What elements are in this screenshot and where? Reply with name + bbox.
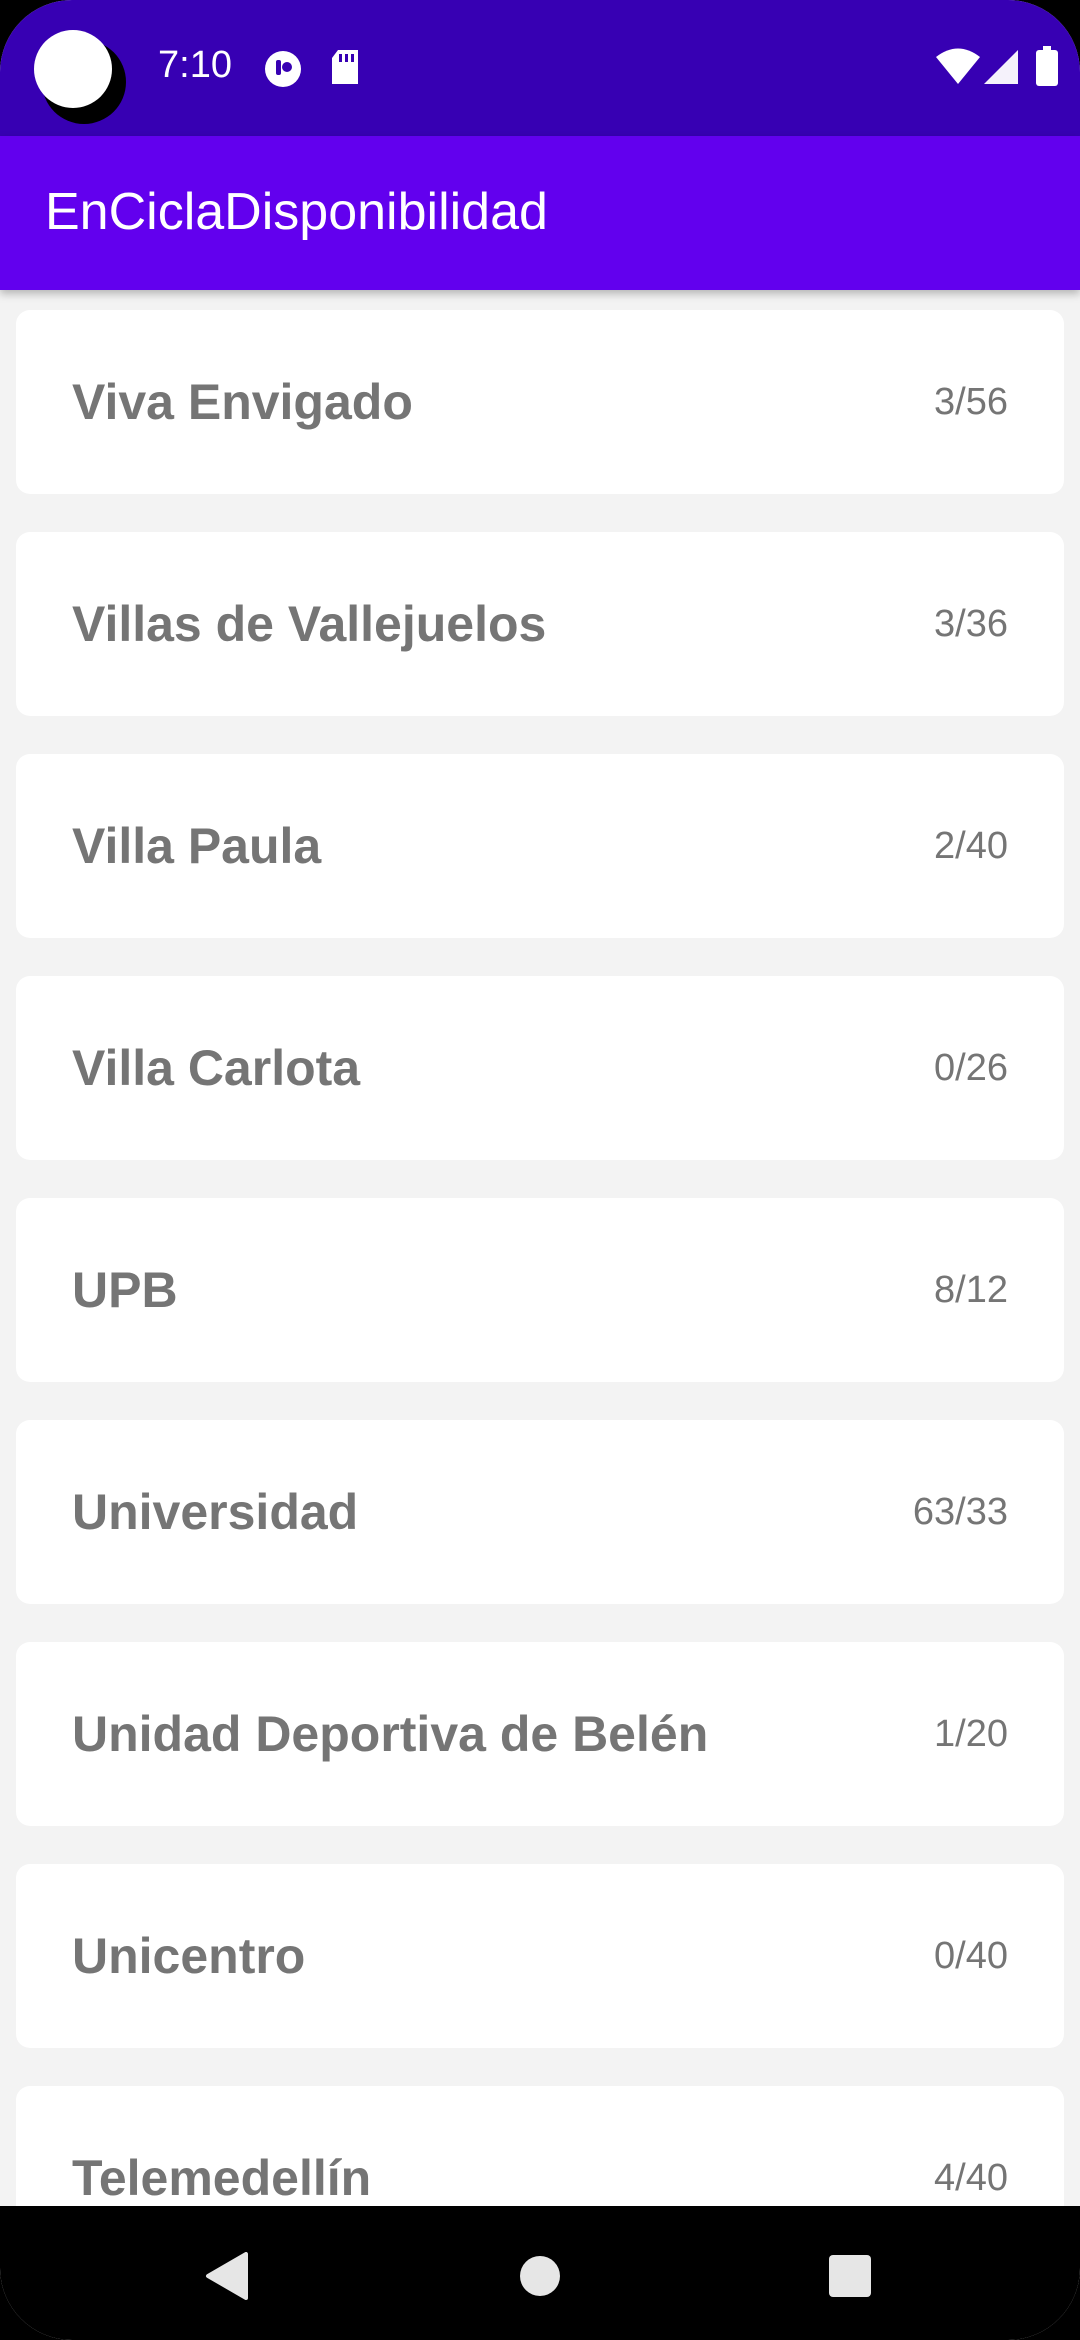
station-name: Universidad: [72, 1484, 359, 1540]
station-name: Villa Carlota: [72, 1040, 361, 1096]
navigation-bar: [0, 2206, 1080, 2340]
app-bar: EnCiclaDisponibilidad: [0, 136, 1080, 290]
app-title: EnCiclaDisponibilidad: [45, 183, 548, 241]
station-name: Unidad Deportiva de Belén: [72, 1706, 709, 1762]
home-icon: [520, 2256, 560, 2296]
station-name: Villa Paula: [72, 818, 322, 874]
battery-icon: [1036, 46, 1058, 91]
station-card[interactable]: Villas de Vallejuelos 3/36: [16, 532, 1064, 716]
recents-icon: [829, 2255, 871, 2297]
phone-screen: 7:10 EnCiclaDisponibilidad Viva Envigado…: [0, 0, 1080, 2340]
station-availability: 8/12: [934, 1269, 1008, 1311]
media-icon: [264, 50, 302, 93]
station-name: UPB: [72, 1262, 178, 1318]
status-time: 7:10: [158, 44, 232, 86]
station-availability: 1/20: [934, 1713, 1008, 1755]
sd-card-icon: [330, 50, 360, 91]
station-card[interactable]: Telemedellín 4/40: [16, 2086, 1064, 2206]
wifi-icon: [936, 48, 980, 91]
station-card[interactable]: Villa Carlota 0/26: [16, 976, 1064, 1160]
station-availability: 4/40: [934, 2157, 1008, 2199]
station-availability: 0/40: [934, 1935, 1008, 1977]
station-list[interactable]: Viva Envigado 3/56 Villas de Vallejuelos…: [0, 290, 1080, 2206]
station-availability: 0/26: [934, 1047, 1008, 1089]
station-name: Viva Envigado: [72, 374, 413, 430]
station-availability: 3/56: [934, 381, 1008, 423]
station-name: Telemedellín: [72, 2150, 372, 2206]
station-name: Villas de Vallejuelos: [72, 596, 547, 652]
back-icon: [206, 2252, 248, 2300]
station-availability: 2/40: [934, 825, 1008, 867]
station-card[interactable]: Universidad 63/33: [16, 1420, 1064, 1604]
station-card[interactable]: Viva Envigado 3/56: [16, 310, 1064, 494]
home-button[interactable]: [490, 2226, 590, 2326]
recents-button[interactable]: [800, 2226, 900, 2326]
station-card[interactable]: Villa Paula 2/40: [16, 754, 1064, 938]
back-button[interactable]: [176, 2226, 276, 2326]
station-card[interactable]: Unicentro 0/40: [16, 1864, 1064, 2048]
station-card[interactable]: Unidad Deportiva de Belén 1/20: [16, 1642, 1064, 1826]
cell-signal-icon: [984, 50, 1018, 89]
station-card[interactable]: UPB 8/12: [16, 1198, 1064, 1382]
station-availability: 3/36: [934, 603, 1008, 645]
station-name: Unicentro: [72, 1928, 306, 1984]
camera-cutout: [34, 30, 126, 124]
status-bar: 7:10: [0, 0, 1080, 136]
station-availability: 63/33: [912, 1491, 1008, 1533]
